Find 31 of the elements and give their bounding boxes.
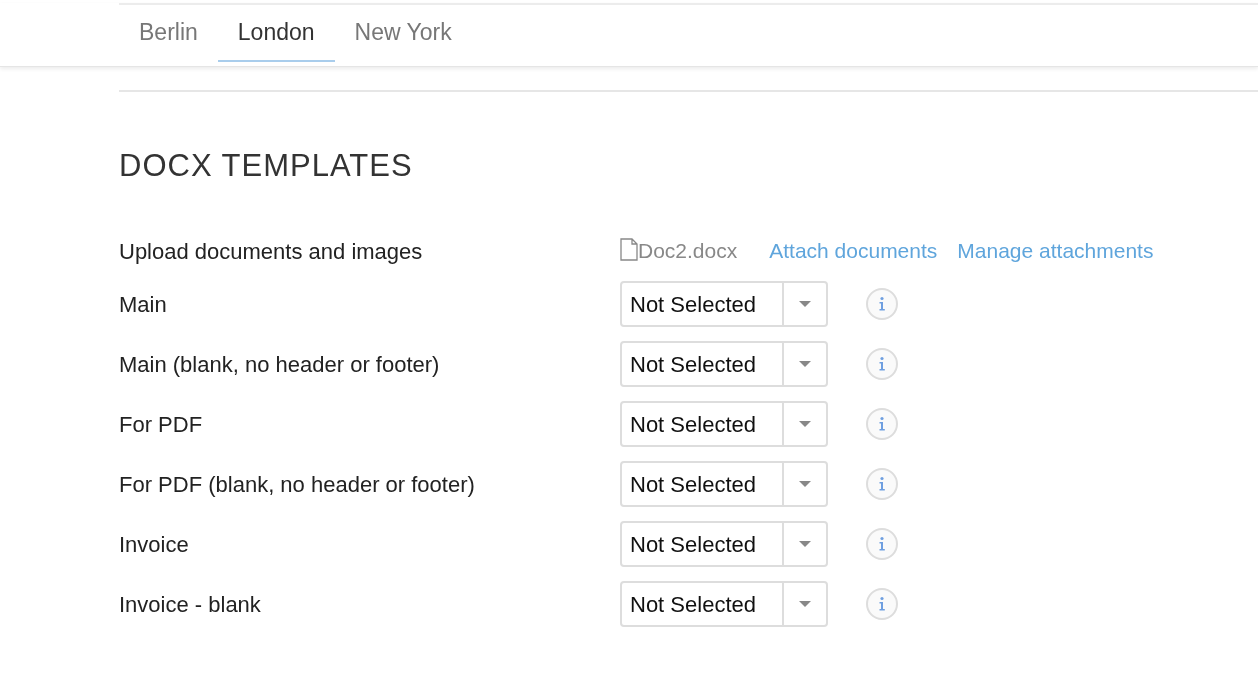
info-icon[interactable] [866, 288, 898, 320]
caret-icon [799, 481, 811, 487]
city-tab[interactable]: Berlin [119, 5, 218, 62]
template-dropdown[interactable]: Not Selected [620, 281, 828, 327]
info-icon[interactable] [866, 468, 898, 500]
template-label: Main (blank, no header or footer) [119, 350, 441, 379]
template-label: For PDF (blank, no header or footer) [119, 470, 476, 499]
template-label: Main [119, 290, 168, 319]
caret-icon [799, 361, 811, 367]
info-icon[interactable] [866, 528, 898, 560]
city-tab[interactable]: New York [334, 5, 472, 62]
template-dropdown[interactable]: Not Selected [620, 401, 828, 447]
template-label: Invoice [119, 530, 190, 559]
template-dropdown[interactable]: Not Selected [620, 461, 828, 507]
caret-icon [799, 421, 811, 427]
caret-icon [799, 301, 811, 307]
file-name: Doc2.docx [638, 238, 738, 265]
template-label: Invoice - blank [119, 590, 262, 619]
section-title: DOCX TEMPLATES [119, 150, 414, 181]
info-icon[interactable] [866, 348, 898, 380]
city-tab[interactable]: London [217, 5, 335, 62]
caret-icon [799, 541, 811, 547]
template-label: For PDF [119, 410, 204, 439]
caret-icon [799, 601, 811, 607]
upload-label: Upload documents and images [119, 237, 424, 266]
file-icon [620, 237, 638, 261]
info-icon[interactable] [866, 588, 898, 620]
template-dropdown[interactable]: Not Selected [620, 581, 828, 627]
template-dropdown[interactable]: Not Selected [620, 521, 828, 567]
info-icon[interactable] [866, 408, 898, 440]
template-dropdown[interactable]: Not Selected [620, 341, 828, 387]
